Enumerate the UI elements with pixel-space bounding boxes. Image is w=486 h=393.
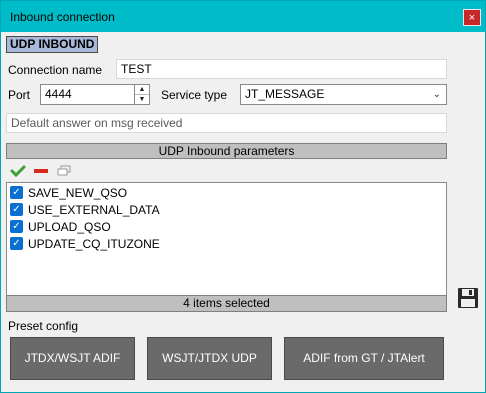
selection-status: 4 items selected <box>6 295 447 312</box>
preset-adif-gt-jtalert-button[interactable]: ADIF from GT / JTAlert <box>284 337 444 380</box>
close-button[interactable]: × <box>463 9 481 26</box>
checkbox-checked-icon[interactable]: ✓ <box>10 237 23 250</box>
spin-down-icon[interactable]: ▼ <box>135 94 149 104</box>
list-item-label: UPDATE_CQ_ITUZONE <box>28 237 160 251</box>
window-title: Inbound connection <box>10 10 115 24</box>
connection-name-input[interactable]: TEST <box>116 59 447 79</box>
port-input[interactable]: 4444 <box>40 84 135 105</box>
preset-jtdx-wsjt-adif-button[interactable]: JTDX/WSJT ADIF <box>10 337 135 380</box>
preset-config-label: Preset config <box>8 319 79 333</box>
title-bar: Inbound connection × <box>1 1 485 32</box>
preset-wsjt-jtdx-udp-button[interactable]: WSJT/JTDX UDP <box>147 337 272 380</box>
port-label: Port <box>8 88 31 102</box>
remove-icon[interactable] <box>33 164 49 178</box>
copy-icon[interactable] <box>56 164 72 178</box>
check-all-icon[interactable] <box>10 164 26 178</box>
chevron-down-icon: ⌄ <box>432 89 441 100</box>
checkbox-checked-icon[interactable]: ✓ <box>10 203 23 216</box>
checkbox-checked-icon[interactable]: ✓ <box>10 186 23 199</box>
list-item-label: UPLOAD_QSO <box>28 220 111 234</box>
service-type-select[interactable]: JT_MESSAGE ⌄ <box>240 84 447 105</box>
list-item-label: SAVE_NEW_QSO <box>28 186 128 200</box>
checkbox-checked-icon[interactable]: ✓ <box>10 220 23 233</box>
inbound-connection-window: Inbound connection × UDP INBOUND Connect… <box>0 0 486 393</box>
section-tag-udp-inbound: UDP INBOUND <box>6 36 99 53</box>
params-list[interactable]: ✓ SAVE_NEW_QSO ✓ USE_EXTERNAL_DATA ✓ UPL… <box>6 182 447 296</box>
connection-name-label: Connection name <box>8 63 103 77</box>
params-header: UDP Inbound parameters <box>6 143 447 159</box>
service-type-value: JT_MESSAGE <box>245 87 325 101</box>
save-icon[interactable] <box>456 287 480 309</box>
port-spinner[interactable]: ▲ ▼ <box>134 84 150 105</box>
default-answer-input[interactable]: Default answer on msg received <box>6 113 447 133</box>
spin-up-icon[interactable]: ▲ <box>135 85 149 94</box>
list-item-label: USE_EXTERNAL_DATA <box>28 203 160 217</box>
service-type-label: Service type <box>161 88 228 102</box>
